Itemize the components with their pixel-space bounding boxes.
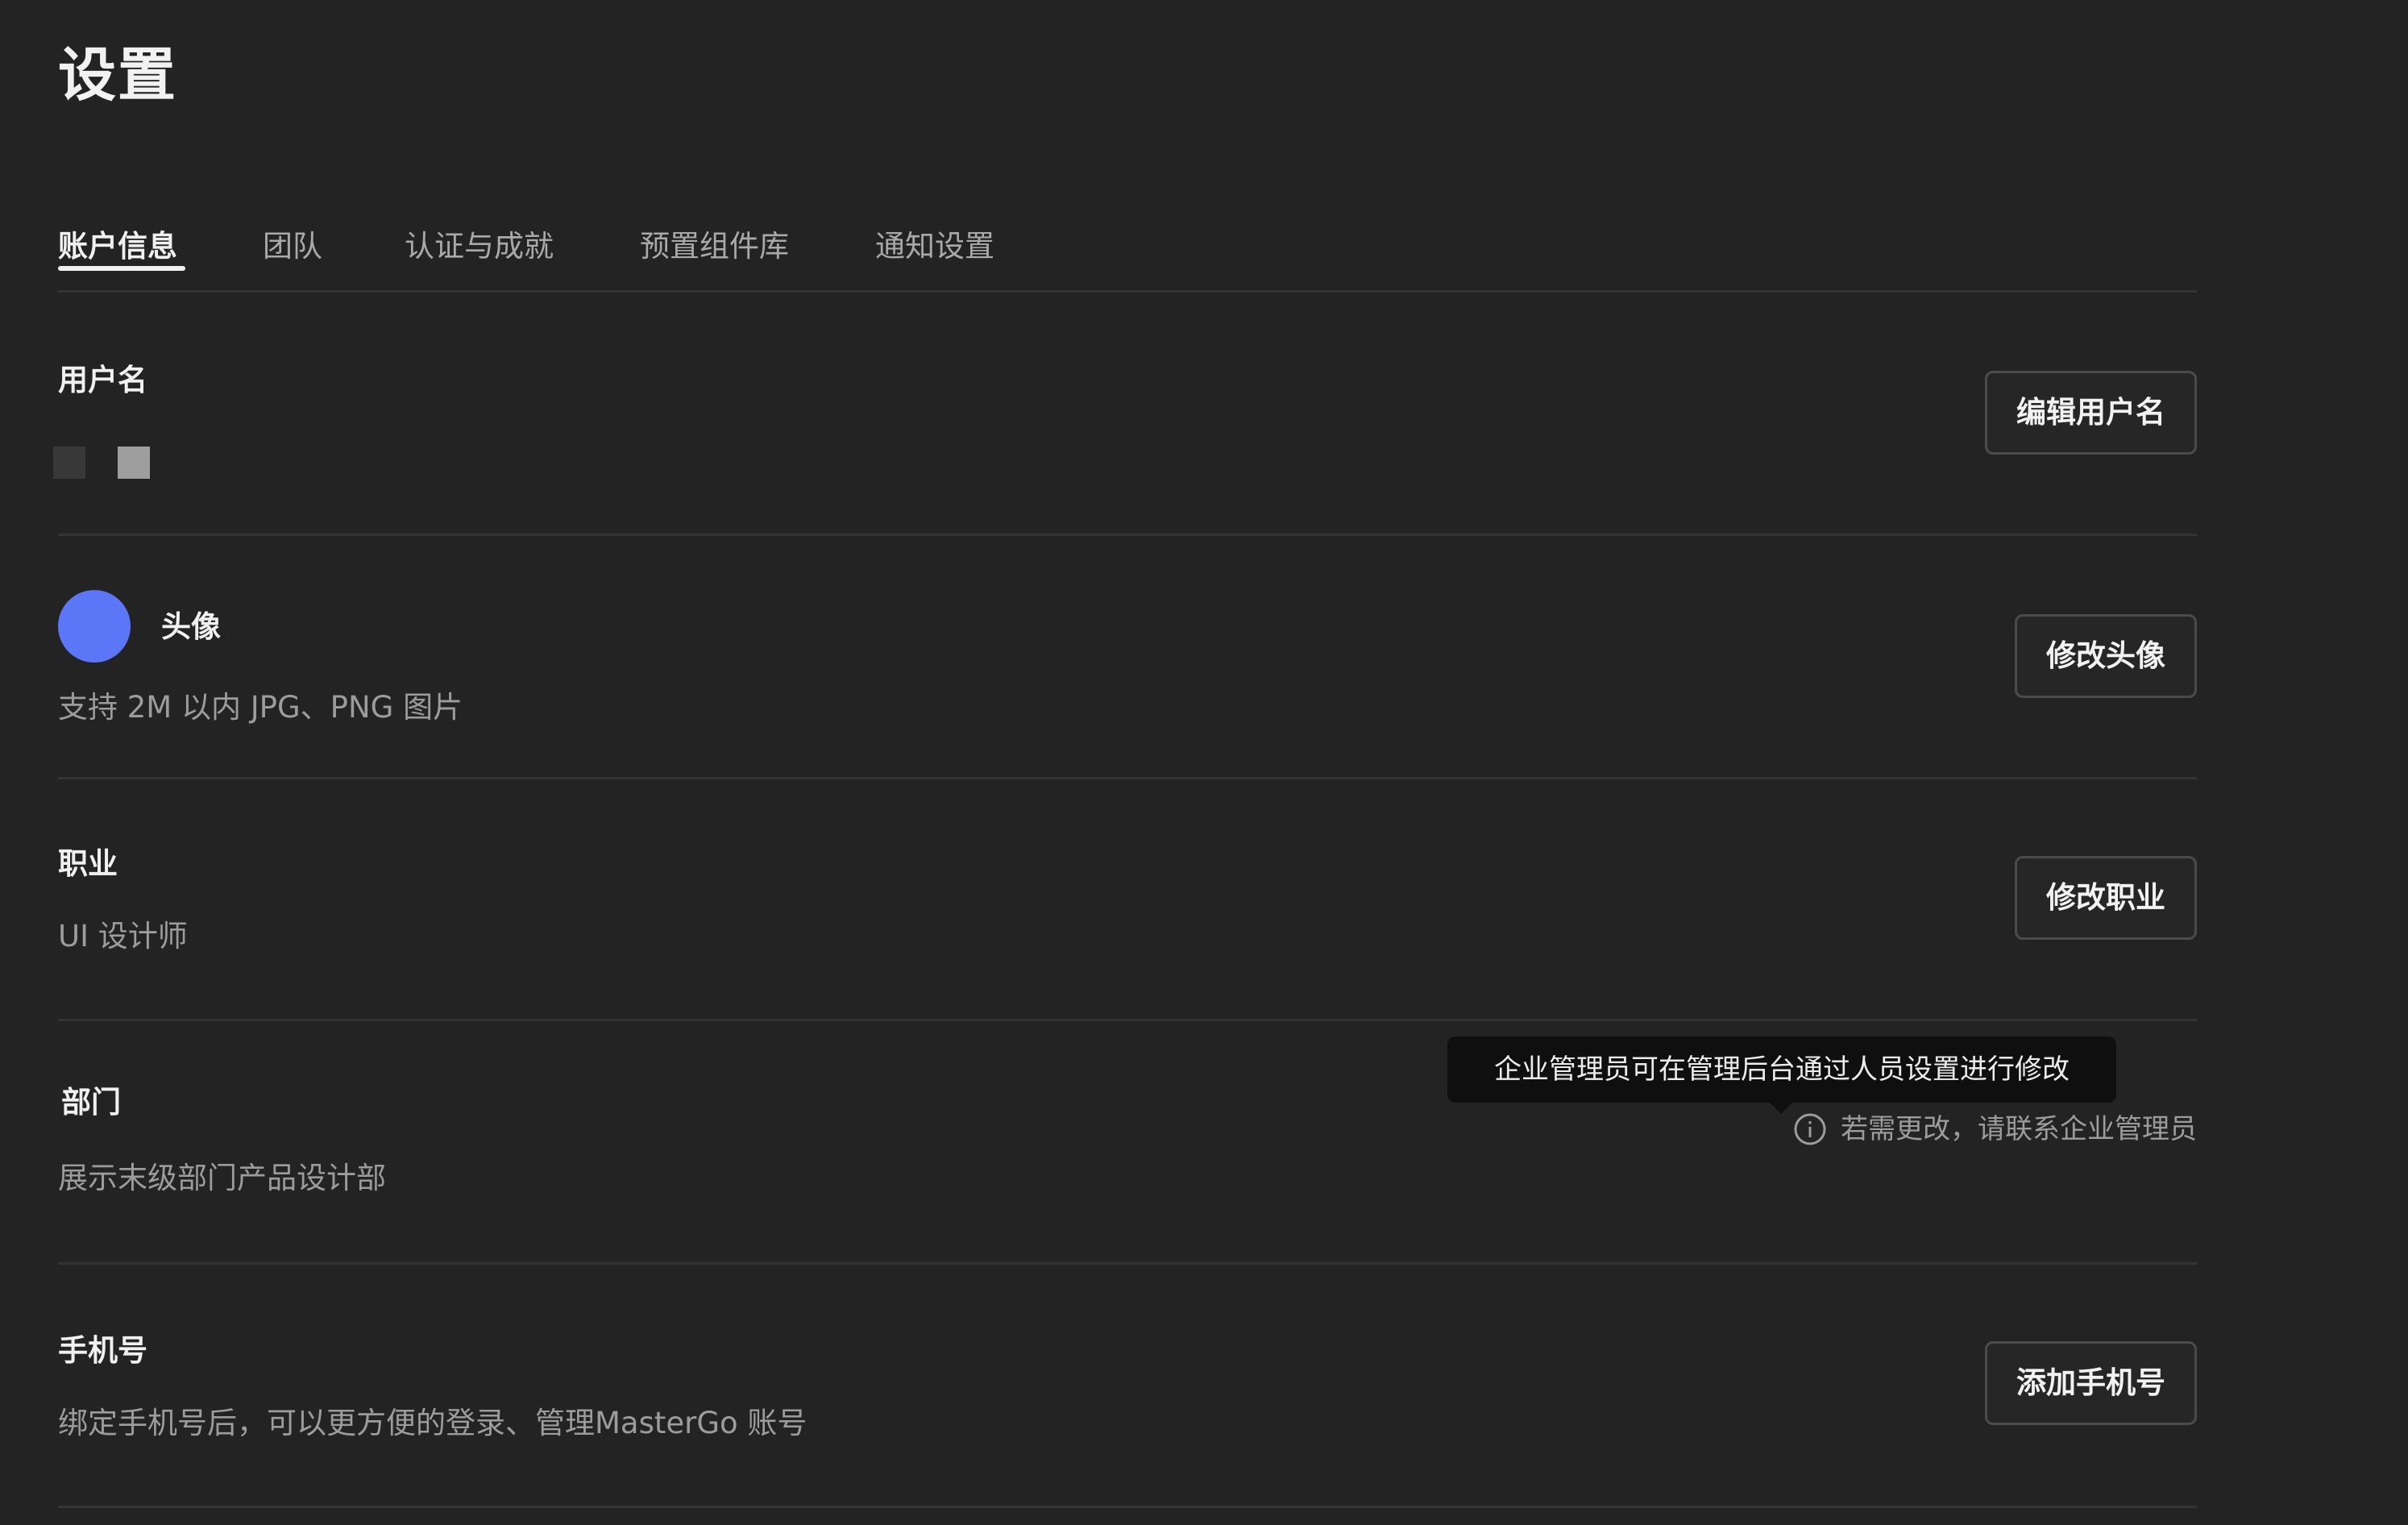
profession-value: UI 设计师 xyxy=(58,919,188,954)
page-title: 设置 xyxy=(58,41,178,109)
phone-label: 手机号 xyxy=(58,1333,147,1368)
masked-char xyxy=(118,447,150,479)
username-section: 用户名 编辑用户名 xyxy=(53,355,2197,536)
phone-section: 手机号 绑定手机号后，可以更方便的登录、管理MasterGo 账号 添加手机号 xyxy=(58,1262,2197,1508)
tab-account-info[interactable]: 账户信息 xyxy=(58,226,185,271)
tab-certification[interactable]: 认证与成就 xyxy=(405,226,554,268)
profession-section: 职业 UI 设计师 修改职业 xyxy=(58,777,2197,1021)
department-hint-text: 若需更改，请联系企业管理员 xyxy=(1841,1113,2197,1145)
tooltip-arrow xyxy=(1770,1103,1792,1114)
username-value-masked xyxy=(53,443,182,484)
change-profession-button[interactable]: 修改职业 xyxy=(2015,856,2197,940)
tab-notification-settings[interactable]: 通知设置 xyxy=(875,226,994,268)
add-phone-button[interactable]: 添加手机号 xyxy=(1985,1341,2197,1425)
username-label: 用户名 xyxy=(58,363,147,397)
tab-team[interactable]: 团队 xyxy=(263,226,322,268)
profession-label: 职业 xyxy=(58,846,118,881)
avatar-hint: 支持 2M 以内 JPG、PNG 图片 xyxy=(58,690,463,725)
tooltip-text: 企业管理员可在管理后台通过人员设置进行修改 xyxy=(1494,1053,2070,1086)
edit-username-button[interactable]: 编辑用户名 xyxy=(1985,371,2197,455)
avatar-section: 头像 支持 2M 以内 JPG、PNG 图片 修改头像 xyxy=(58,534,2197,779)
masked-char xyxy=(53,447,85,479)
department-tooltip: 企业管理员可在管理后台通过人员设置进行修改 xyxy=(1447,1037,2116,1114)
avatar-label: 头像 xyxy=(161,609,221,644)
settings-tabs: 账户信息 团队 认证与成就 预置组件库 通知设置 xyxy=(58,226,2197,293)
phone-hint: 绑定手机号后，可以更方便的登录、管理MasterGo 账号 xyxy=(58,1406,808,1440)
active-tab-underline xyxy=(58,266,185,271)
department-label: 部门 xyxy=(61,1085,121,1120)
department-value: 展示末级部门产品设计部 xyxy=(58,1161,386,1195)
tab-preset-library[interactable]: 预置组件库 xyxy=(640,226,789,268)
avatar xyxy=(58,590,131,663)
change-avatar-button[interactable]: 修改头像 xyxy=(2015,614,2197,698)
info-icon xyxy=(1794,1113,1826,1145)
tab-label: 账户信息 xyxy=(58,229,177,264)
department-hint[interactable]: 若需更改，请联系企业管理员 xyxy=(1794,1109,2197,1149)
